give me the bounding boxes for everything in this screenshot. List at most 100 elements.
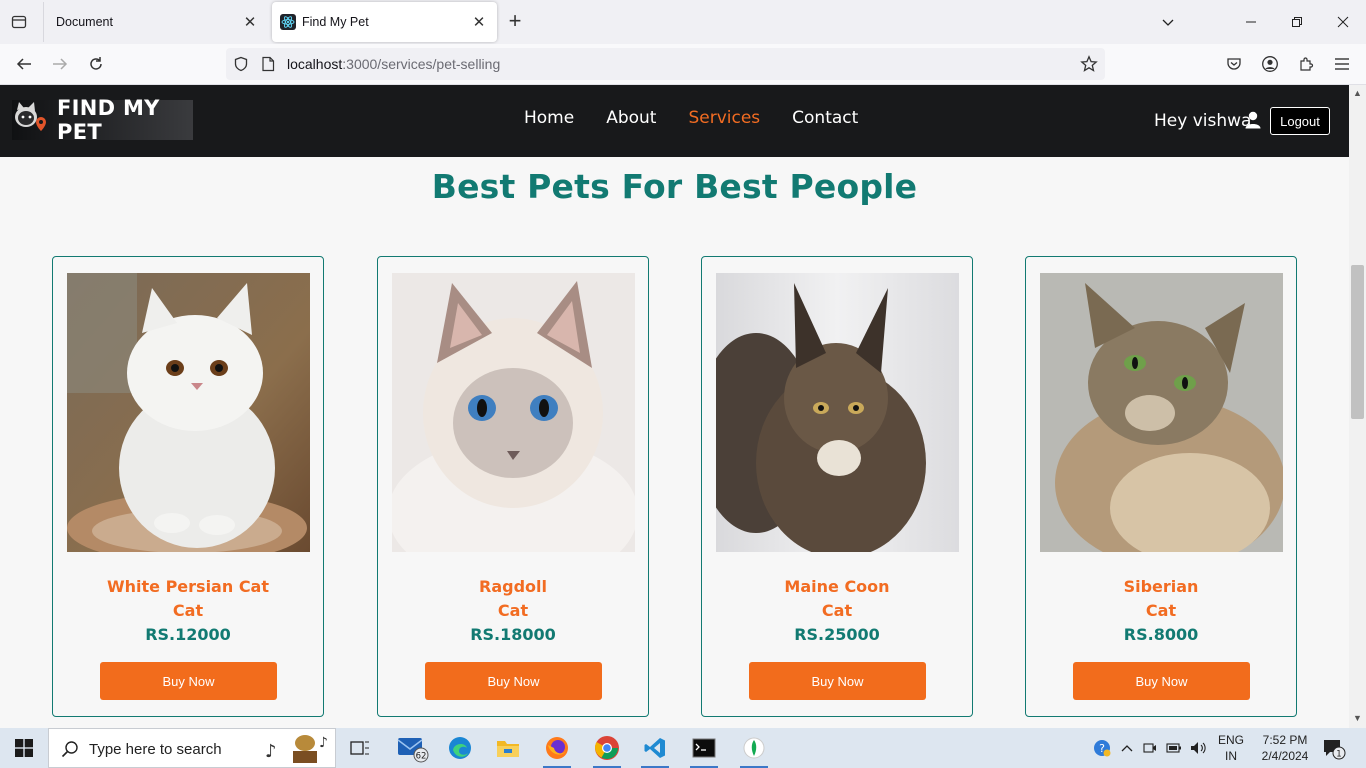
pet-name: Ragdoll — [479, 577, 547, 596]
tab-list-icon[interactable] — [8, 11, 30, 33]
page-heading: Best Pets For Best People — [431, 167, 918, 206]
help-icon[interactable]: ? — [1092, 738, 1112, 758]
notification-center-icon[interactable]: 1 — [1322, 738, 1346, 760]
pet-image-ragdoll — [392, 273, 635, 552]
chrome-icon[interactable] — [587, 732, 627, 768]
url-bar[interactable]: localhost:3000/services/pet-selling — [226, 48, 1105, 80]
pet-pin-icon — [12, 100, 56, 140]
search-placeholder: Type here to search — [89, 741, 222, 758]
main-menu: Home About Services Contact — [524, 108, 890, 128]
search-highlight-gramophone-icon: ♪ ♪ — [265, 735, 328, 763]
search-icon — [61, 741, 78, 758]
back-icon[interactable] — [12, 52, 36, 76]
pet-card: Siberian Cat RS.8000 Buy Now — [1025, 256, 1297, 717]
shield-icon[interactable] — [229, 52, 253, 76]
account-icon[interactable] — [1258, 52, 1282, 76]
url-text[interactable]: localhost:3000/services/pet-selling — [287, 56, 500, 72]
mail-icon[interactable]: 62 — [392, 732, 432, 764]
page-viewport: FIND MY PET Home About Services Contact … — [0, 85, 1349, 728]
windows-start-icon[interactable] — [0, 728, 48, 768]
browser-tabstrip: Document ✕ Find My Pet ✕ + — [0, 0, 1366, 44]
browser-navbar: localhost:3000/services/pet-selling — [0, 44, 1366, 85]
pocket-icon[interactable] — [1222, 52, 1246, 76]
site-logo[interactable]: FIND MY PET — [12, 96, 193, 144]
pet-price: RS.25000 — [794, 625, 880, 644]
nav-contact[interactable]: Contact — [792, 108, 858, 128]
react-icon — [280, 14, 296, 30]
clock-time: 7:52 PM — [1262, 733, 1308, 747]
pet-category: Cat — [1145, 601, 1177, 620]
menu-icon[interactable] — [1330, 52, 1354, 76]
nav-home[interactable]: Home — [524, 108, 574, 128]
pet-image-siberian — [1040, 273, 1283, 552]
firefox-icon[interactable] — [537, 732, 577, 768]
windows-taskbar: Type here to search ♪ ♪ 62 ? ENG IN 7:52… — [0, 728, 1366, 768]
extensions-icon[interactable] — [1294, 52, 1318, 76]
language-code: ENG — [1217, 733, 1244, 747]
svg-text:♪: ♪ — [319, 735, 328, 751]
pet-name: Maine Coon — [784, 577, 890, 596]
buy-now-button[interactable]: Buy Now — [749, 662, 926, 700]
svg-text:♪: ♪ — [265, 741, 277, 762]
tab-title: Document — [56, 15, 113, 29]
site-header: FIND MY PET Home About Services Contact … — [0, 85, 1349, 157]
pet-name: White Persian Cat — [106, 577, 269, 596]
pet-card: Maine Coon Cat RS.25000 Buy Now — [701, 256, 973, 717]
file-explorer-icon[interactable] — [488, 732, 528, 764]
pet-name: Siberian — [1123, 577, 1199, 596]
bookmark-star-icon[interactable] — [1077, 52, 1101, 76]
taskbar-clock[interactable]: 7:52 PM 2/4/2024 — [1250, 732, 1320, 764]
taskbar-search[interactable]: Type here to search ♪ ♪ — [48, 728, 336, 768]
pet-price: RS.8000 — [1123, 625, 1199, 644]
buy-now-button[interactable]: Buy Now — [100, 662, 277, 700]
page-scrollbar[interactable]: ▲ ▼ — [1349, 85, 1366, 728]
buy-now-button[interactable]: Buy Now — [425, 662, 602, 700]
user-greeting: Hey vishwa — [1154, 111, 1252, 131]
tray-chevron-up-icon[interactable] — [1121, 743, 1133, 753]
reload-icon[interactable] — [84, 52, 108, 76]
tab-title: Find My Pet — [302, 15, 369, 29]
pet-card: White Persian Cat Cat RS.12000 Buy Now — [52, 256, 324, 717]
nav-about[interactable]: About — [606, 108, 656, 128]
url-host: localhost — [287, 56, 343, 72]
logo-text: FIND MY PET — [57, 96, 160, 144]
buy-now-button[interactable]: Buy Now — [1073, 662, 1250, 700]
meet-now-icon[interactable] — [1143, 741, 1157, 755]
battery-icon[interactable] — [1166, 742, 1182, 754]
pet-price: RS.18000 — [470, 625, 556, 644]
pet-image-maine-coon — [716, 273, 959, 552]
task-view-icon[interactable] — [340, 732, 380, 764]
pet-category: Cat — [821, 601, 853, 620]
pet-category: Cat — [497, 601, 529, 620]
close-tab-icon[interactable]: ✕ — [469, 12, 489, 32]
pet-price: RS.12000 — [145, 625, 231, 644]
close-tab-icon[interactable]: ✕ — [240, 12, 260, 32]
tab-document[interactable]: Document ✕ — [43, 2, 268, 42]
system-tray: ? — [1092, 728, 1208, 768]
nav-services[interactable]: Services — [688, 108, 760, 128]
tab-find-my-pet[interactable]: Find My Pet ✕ — [272, 2, 497, 42]
pet-card: Ragdoll Cat RS.18000 Buy Now — [377, 256, 649, 717]
url-path: :3000/services/pet-selling — [342, 56, 501, 72]
vscode-icon[interactable] — [635, 732, 675, 768]
pet-category: Cat — [172, 601, 204, 620]
input-language[interactable]: ENG IN — [1213, 732, 1249, 764]
forward-icon[interactable] — [48, 52, 72, 76]
minimize-icon[interactable] — [1239, 10, 1263, 34]
tab-overflow-chevron-icon[interactable] — [1156, 10, 1180, 34]
notification-count: 1 — [1336, 750, 1341, 760]
close-window-icon[interactable] — [1331, 10, 1355, 34]
new-tab-icon[interactable]: + — [503, 10, 527, 34]
restore-icon[interactable] — [1285, 10, 1309, 34]
edge-icon[interactable] — [440, 732, 480, 764]
scroll-thumb[interactable] — [1351, 265, 1364, 419]
terminal-icon[interactable] — [684, 732, 724, 768]
page-info-icon[interactable] — [256, 52, 280, 76]
scroll-down-icon[interactable]: ▼ — [1352, 713, 1363, 724]
logout-button[interactable]: Logout — [1270, 107, 1330, 135]
mail-badge: 62 — [416, 752, 427, 762]
mongodb-compass-icon[interactable] — [734, 732, 774, 768]
scroll-up-icon[interactable]: ▲ — [1352, 88, 1363, 99]
user-icon — [1245, 111, 1261, 129]
volume-icon[interactable] — [1190, 741, 1208, 755]
